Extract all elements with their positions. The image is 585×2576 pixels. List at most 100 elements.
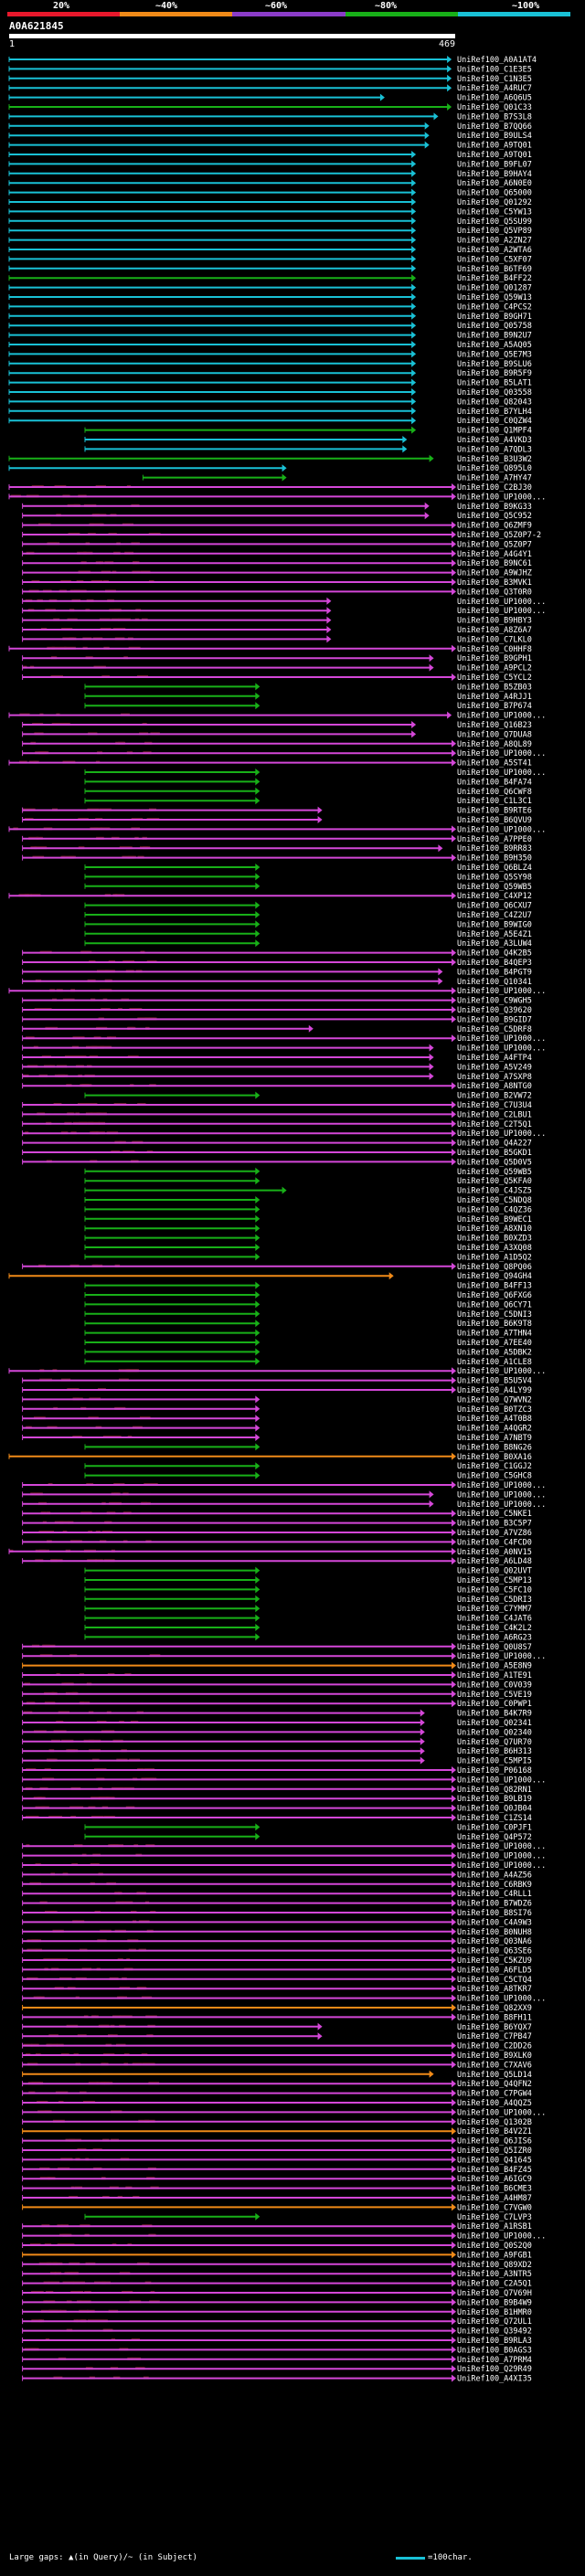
hit-label[interactable]: UniRef100_C2DD26 — [457, 2042, 532, 2051]
hit-label[interactable]: UniRef100_C1E3E5 — [457, 65, 532, 74]
hit-label[interactable]: UniRef100_Q16B23 — [457, 721, 532, 730]
hit-row[interactable]: UniRef100_Q5LD14 — [22, 2070, 532, 2080]
hit-row[interactable]: UniRef100_UP1000... — [22, 1490, 547, 1500]
hit-label[interactable]: UniRef100_A4VKD3 — [457, 436, 532, 445]
hit-row[interactable]: UniRef100_C5CTQ4 — [22, 1975, 532, 1985]
hit-label[interactable]: UniRef100_B7YLH4 — [457, 408, 532, 417]
hit-label[interactable]: UniRef100_B7S3L8 — [457, 112, 532, 122]
hit-label[interactable]: UniRef100_C5YW13 — [457, 207, 532, 217]
hit-row[interactable]: UniRef100_Q0JB04 — [22, 1804, 532, 1814]
hit-row[interactable]: UniRef100_A6Q6U5 — [8, 93, 532, 103]
hit-row[interactable]: UniRef100_B9B4W9 — [22, 2298, 532, 2307]
hit-row[interactable]: UniRef100_Q5SU99 — [8, 217, 532, 227]
hit-label[interactable]: UniRef100_Q03558 — [457, 388, 532, 398]
hit-row[interactable]: UniRef100_A1D5Q2 — [84, 1253, 532, 1262]
hit-label[interactable]: UniRef100_C5FC10 — [457, 1585, 532, 1595]
hit-label[interactable]: UniRef100_C0HHF8 — [457, 645, 532, 654]
hit-row[interactable]: UniRef100_Q7WVN2 — [22, 1395, 532, 1405]
hit-row[interactable]: UniRef100_A8TKR7 — [22, 1985, 532, 1994]
hit-row[interactable]: UniRef100_A4RJJ1 — [84, 692, 532, 702]
hit-label[interactable]: UniRef100_A8XN10 — [457, 1224, 532, 1234]
hit-row[interactable]: UniRef100_Q41645 — [22, 2156, 532, 2165]
hit-label[interactable]: UniRef100_B3C5P7 — [457, 1520, 532, 1529]
hit-row[interactable]: UniRef100_A4XI35 — [22, 2374, 532, 2384]
hit-row[interactable]: UniRef100_Q7V69H — [22, 2289, 532, 2298]
hit-label[interactable]: UniRef100_A4XI35 — [457, 2375, 532, 2384]
hit-row[interactable]: UniRef100_UP1000... — [22, 1861, 547, 1871]
hit-label[interactable]: UniRef100_A0NV15 — [457, 1548, 532, 1557]
hit-row[interactable]: UniRef100_Q8PQ06 — [22, 1262, 532, 1272]
hit-label[interactable]: UniRef100_Q5VP89 — [457, 227, 532, 236]
hit-row[interactable]: UniRef100_B0XA16 — [8, 1452, 532, 1462]
hit-label[interactable]: UniRef100_B9GPH1 — [457, 654, 532, 663]
hit-row[interactable]: UniRef100_B7P674 — [84, 702, 532, 711]
hit-label[interactable]: UniRef100_A5AQ05 — [457, 341, 532, 350]
hit-label[interactable]: UniRef100_Q6ZMF9 — [457, 522, 532, 531]
hit-row[interactable]: UniRef100_Q5Z0P7-2 — [22, 531, 542, 540]
hit-row[interactable]: UniRef100_B5GKD1 — [22, 1149, 532, 1158]
hit-label[interactable]: UniRef100_A5ST41 — [457, 759, 532, 769]
hit-label[interactable]: UniRef100_P06168 — [457, 1766, 532, 1776]
hit-row[interactable]: UniRef100_B7QQ66 — [8, 122, 532, 132]
hit-label[interactable]: UniRef100_C4JAT6 — [457, 1615, 532, 1624]
hit-label[interactable]: UniRef100_C0QZW4 — [457, 417, 532, 426]
hit-label[interactable]: UniRef100_Q7V69H — [457, 2289, 532, 2298]
hit-label[interactable]: UniRef100_C0PJF1 — [457, 1823, 532, 1832]
hit-row[interactable]: UniRef100_B9SLU6 — [8, 359, 532, 369]
hit-row[interactable]: UniRef100_C2T5Q1 — [22, 1119, 532, 1129]
hit-row[interactable]: UniRef100_Q4K2B5 — [22, 949, 532, 959]
hit-row[interactable]: UniRef100_A7VZ86 — [22, 1529, 532, 1538]
hit-row[interactable]: UniRef100_C7LKL0 — [22, 635, 532, 644]
hit-row[interactable]: UniRef100_B1HMR0 — [22, 2307, 532, 2317]
hit-row[interactable]: UniRef100_B9HAY4 — [8, 169, 532, 179]
hit-row[interactable]: UniRef100_UP1000... — [22, 1044, 547, 1054]
hit-row[interactable]: UniRef100_B7YLH4 — [8, 407, 532, 417]
hit-row[interactable]: UniRef100_Q1302B — [22, 2117, 532, 2127]
hit-label[interactable]: UniRef100_C5DNI3 — [457, 1310, 532, 1320]
hit-label[interactable]: UniRef100_C4FCD0 — [457, 1538, 532, 1547]
hit-label[interactable]: UniRef100_A7THN4 — [457, 1330, 532, 1339]
hit-label[interactable]: UniRef100_A1TE91 — [457, 1671, 532, 1680]
hit-row[interactable]: UniRef100_C0HHF8 — [8, 644, 532, 654]
hit-row[interactable]: UniRef100_UP1000... — [8, 1367, 546, 1376]
hit-row[interactable]: UniRef100_Q7UR70 — [22, 1737, 532, 1747]
hit-label[interactable]: UniRef100_Q5Z0P7 — [457, 540, 532, 549]
hit-label[interactable]: UniRef100_Q59WB5 — [457, 1168, 532, 1177]
hit-row[interactable]: UniRef100_A4FTP4 — [22, 1054, 532, 1063]
hit-row[interactable]: UniRef100_A7PRM4 — [22, 2355, 532, 2365]
hit-row[interactable]: UniRef100_Q02340 — [22, 1728, 532, 1737]
hit-label[interactable]: UniRef100_B2VW72 — [457, 1092, 532, 1101]
hit-row[interactable]: UniRef100_C4JSZ5 — [84, 1186, 532, 1196]
hit-row[interactable]: UniRef100_A4VKD3 — [84, 436, 532, 445]
hit-row[interactable]: UniRef100_B4FF22 — [8, 274, 532, 283]
hit-label[interactable]: UniRef100_C1N3E5 — [457, 75, 532, 84]
hit-label[interactable]: UniRef100_UP1000... — [457, 1861, 546, 1871]
hit-row[interactable]: UniRef100_B9GPH1 — [22, 654, 532, 663]
hit-label[interactable]: UniRef100_Q6FXG6 — [457, 1291, 532, 1300]
hit-label[interactable]: UniRef100_A9PCL2 — [457, 664, 532, 673]
hit-label[interactable]: UniRef100_B9SLU6 — [457, 360, 532, 369]
hit-row[interactable]: UniRef100_A7HY47 — [142, 473, 532, 483]
hit-row[interactable]: UniRef100_C1E3E5 — [8, 65, 532, 74]
hit-label[interactable]: UniRef100_A2WTA6 — [457, 246, 532, 255]
hit-row[interactable]: UniRef100_C4JAT6 — [84, 1614, 532, 1624]
hit-row[interactable]: UniRef100_Q01C33 — [8, 103, 532, 112]
hit-label[interactable]: UniRef100_B4FA74 — [457, 778, 532, 787]
hit-row[interactable]: UniRef100_Q01287 — [8, 283, 532, 293]
hit-row[interactable]: UniRef100_UP1000... — [22, 1652, 547, 1661]
hit-label[interactable]: UniRef100_Q72UL1 — [457, 2317, 532, 2327]
hit-row[interactable]: UniRef100_B4FZ45 — [22, 2165, 532, 2175]
hit-row[interactable]: UniRef100_A6FLD5 — [22, 1966, 532, 1975]
hit-label[interactable]: UniRef100_UP1000... — [457, 2232, 546, 2242]
hit-row[interactable]: UniRef100_A4LY99 — [22, 1386, 532, 1395]
hit-label[interactable]: UniRef100_B9ULS4 — [457, 132, 532, 141]
hit-label[interactable]: UniRef100_UP1000... — [457, 1044, 546, 1054]
hit-row[interactable]: UniRef100_C4RLL1 — [22, 1890, 532, 1899]
hit-label[interactable]: UniRef100_Q10341 — [457, 978, 532, 987]
hit-label[interactable]: UniRef100_C1L3C1 — [457, 797, 532, 806]
hit-label[interactable]: UniRef100_A7HY47 — [457, 474, 532, 483]
hit-label[interactable]: UniRef100_C4XP12 — [457, 892, 532, 901]
hit-label[interactable]: UniRef100_A2ZN27 — [457, 237, 532, 246]
hit-label[interactable]: UniRef100_A8NTG0 — [457, 1082, 532, 1091]
hit-row[interactable]: UniRef100_A8Z6A7 — [22, 626, 532, 635]
